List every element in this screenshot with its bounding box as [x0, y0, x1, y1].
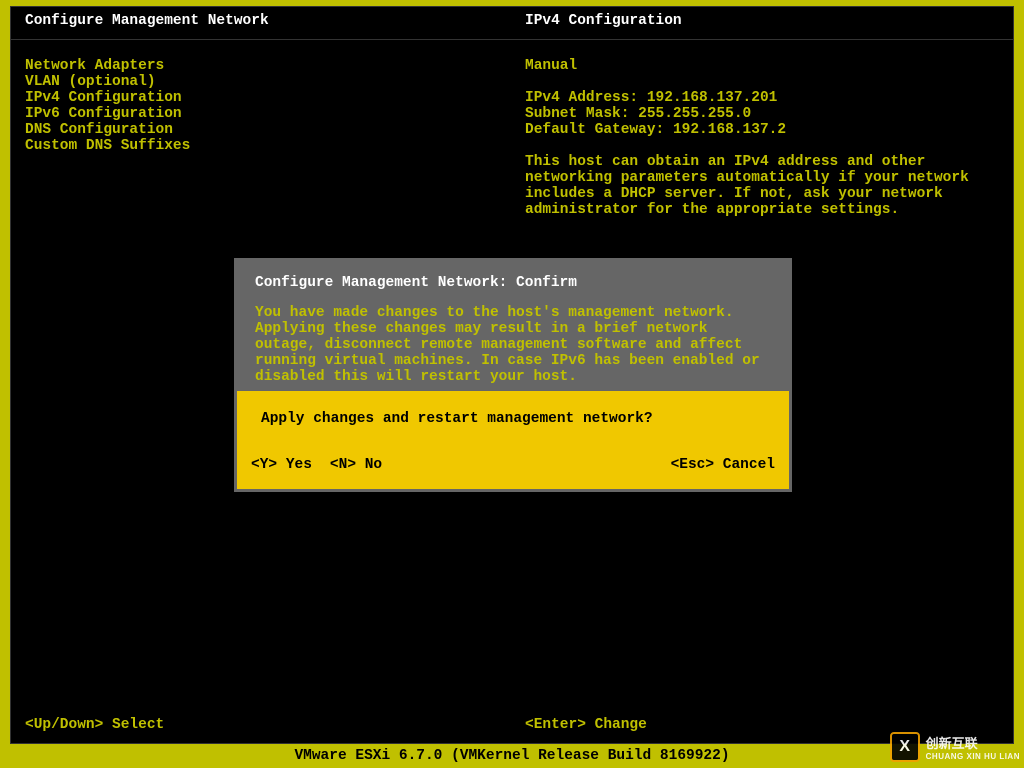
hint-row: <Up/Down> Select <Enter> Change [25, 717, 999, 733]
header-left-title: Configure Management Network [25, 13, 525, 29]
updown-key: <Up/Down> [25, 717, 103, 733]
panel-body: Network Adapters VLAN (optional) IPv4 Co… [11, 40, 1013, 218]
watermark-logo-icon: X [890, 732, 920, 762]
no-label: No [365, 457, 382, 473]
ipv4-address-label: IPv4 Address: [525, 90, 638, 106]
panel-header: Configure Management Network IPv4 Config… [11, 7, 1013, 40]
watermark-text-bottom: CHUANG XIN HU LIAN [926, 752, 1020, 761]
dialog-header: Configure Management Network: Confirm Yo… [237, 261, 789, 391]
header-right-title: IPv4 Configuration [525, 13, 999, 29]
ipv4-details: IPv4 Address: 192.168.137.201 Subnet Mas… [525, 90, 999, 138]
detail-pane: Manual IPv4 Address: 192.168.137.201 Sub… [525, 58, 999, 218]
updown-label: Select [112, 717, 164, 733]
dialog-message: You have made changes to the host's mana… [255, 305, 771, 385]
menu-list: Network Adapters VLAN (optional) IPv4 Co… [25, 58, 525, 218]
default-gateway-value: 192.168.137.2 [673, 122, 786, 138]
watermark-text: 创新互联 CHUANG XIN HU LIAN [926, 733, 1020, 761]
dialog-actions: <Y> Yes <N> No <Esc> Cancel [251, 457, 775, 473]
menu-item-vlan[interactable]: VLAN (optional) [25, 74, 525, 90]
watermark-text-top: 创新互联 [926, 733, 1020, 752]
esc-key: <Esc> [671, 457, 715, 473]
menu-item-ipv6[interactable]: IPv6 Configuration [25, 106, 525, 122]
hint-updown: <Up/Down> Select [25, 717, 525, 733]
watermark: X 创新互联 CHUANG XIN HU LIAN [890, 732, 1020, 762]
ipv4-address-row: IPv4 Address: 192.168.137.201 [525, 90, 999, 106]
yes-label: Yes [286, 457, 312, 473]
menu-item-network-adapters[interactable]: Network Adapters [25, 58, 525, 74]
enter-label: Change [595, 717, 647, 733]
ipv4-address-value: 192.168.137.201 [647, 90, 778, 106]
subnet-mask-value: 255.255.255.0 [638, 106, 751, 122]
menu-item-ipv4[interactable]: IPv4 Configuration [25, 90, 525, 106]
cancel-button[interactable]: <Esc> Cancel [671, 457, 775, 473]
no-button[interactable]: <N> No [330, 457, 382, 473]
yes-button[interactable]: <Y> Yes [251, 457, 312, 473]
screen: Configure Management Network IPv4 Config… [0, 0, 1024, 768]
yes-key: <Y> [251, 457, 277, 473]
dialog-footer: Apply changes and restart management net… [237, 391, 789, 489]
hint-enter: <Enter> Change [525, 717, 999, 733]
subnet-mask-row: Subnet Mask: 255.255.255.0 [525, 106, 999, 122]
footer-text: VMware ESXi 6.7.0 (VMKernel Release Buil… [294, 748, 729, 764]
menu-item-dns[interactable]: DNS Configuration [25, 122, 525, 138]
footer-bar: VMware ESXi 6.7.0 (VMKernel Release Buil… [0, 744, 1024, 768]
no-key: <N> [330, 457, 356, 473]
confirm-dialog: Configure Management Network: Confirm Yo… [234, 258, 792, 492]
dialog-title: Configure Management Network: Confirm [255, 275, 771, 291]
ipv4-mode: Manual [525, 58, 999, 74]
dialog-question: Apply changes and restart management net… [261, 411, 775, 427]
default-gateway-row: Default Gateway: 192.168.137.2 [525, 122, 999, 138]
subnet-mask-label: Subnet Mask: [525, 106, 629, 122]
ipv4-description: This host can obtain an IPv4 address and… [525, 154, 995, 218]
esc-label: Cancel [723, 457, 775, 473]
default-gateway-label: Default Gateway: [525, 122, 664, 138]
menu-item-dns-suffixes[interactable]: Custom DNS Suffixes [25, 138, 525, 154]
enter-key: <Enter> [525, 717, 586, 733]
